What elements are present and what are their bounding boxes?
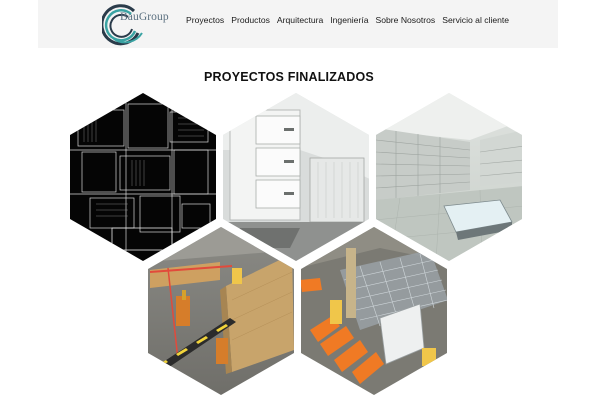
gallery-item-rebar-installation[interactable] — [299, 226, 449, 396]
gallery-item-white-cabinet[interactable] — [222, 92, 372, 262]
gallery-item-store-shelving[interactable] — [374, 92, 524, 262]
projects-gallery — [68, 92, 524, 396]
gallery-item-cad-floor-plan[interactable] — [68, 92, 218, 262]
gallery-item-construction-wall[interactable] — [146, 226, 296, 396]
